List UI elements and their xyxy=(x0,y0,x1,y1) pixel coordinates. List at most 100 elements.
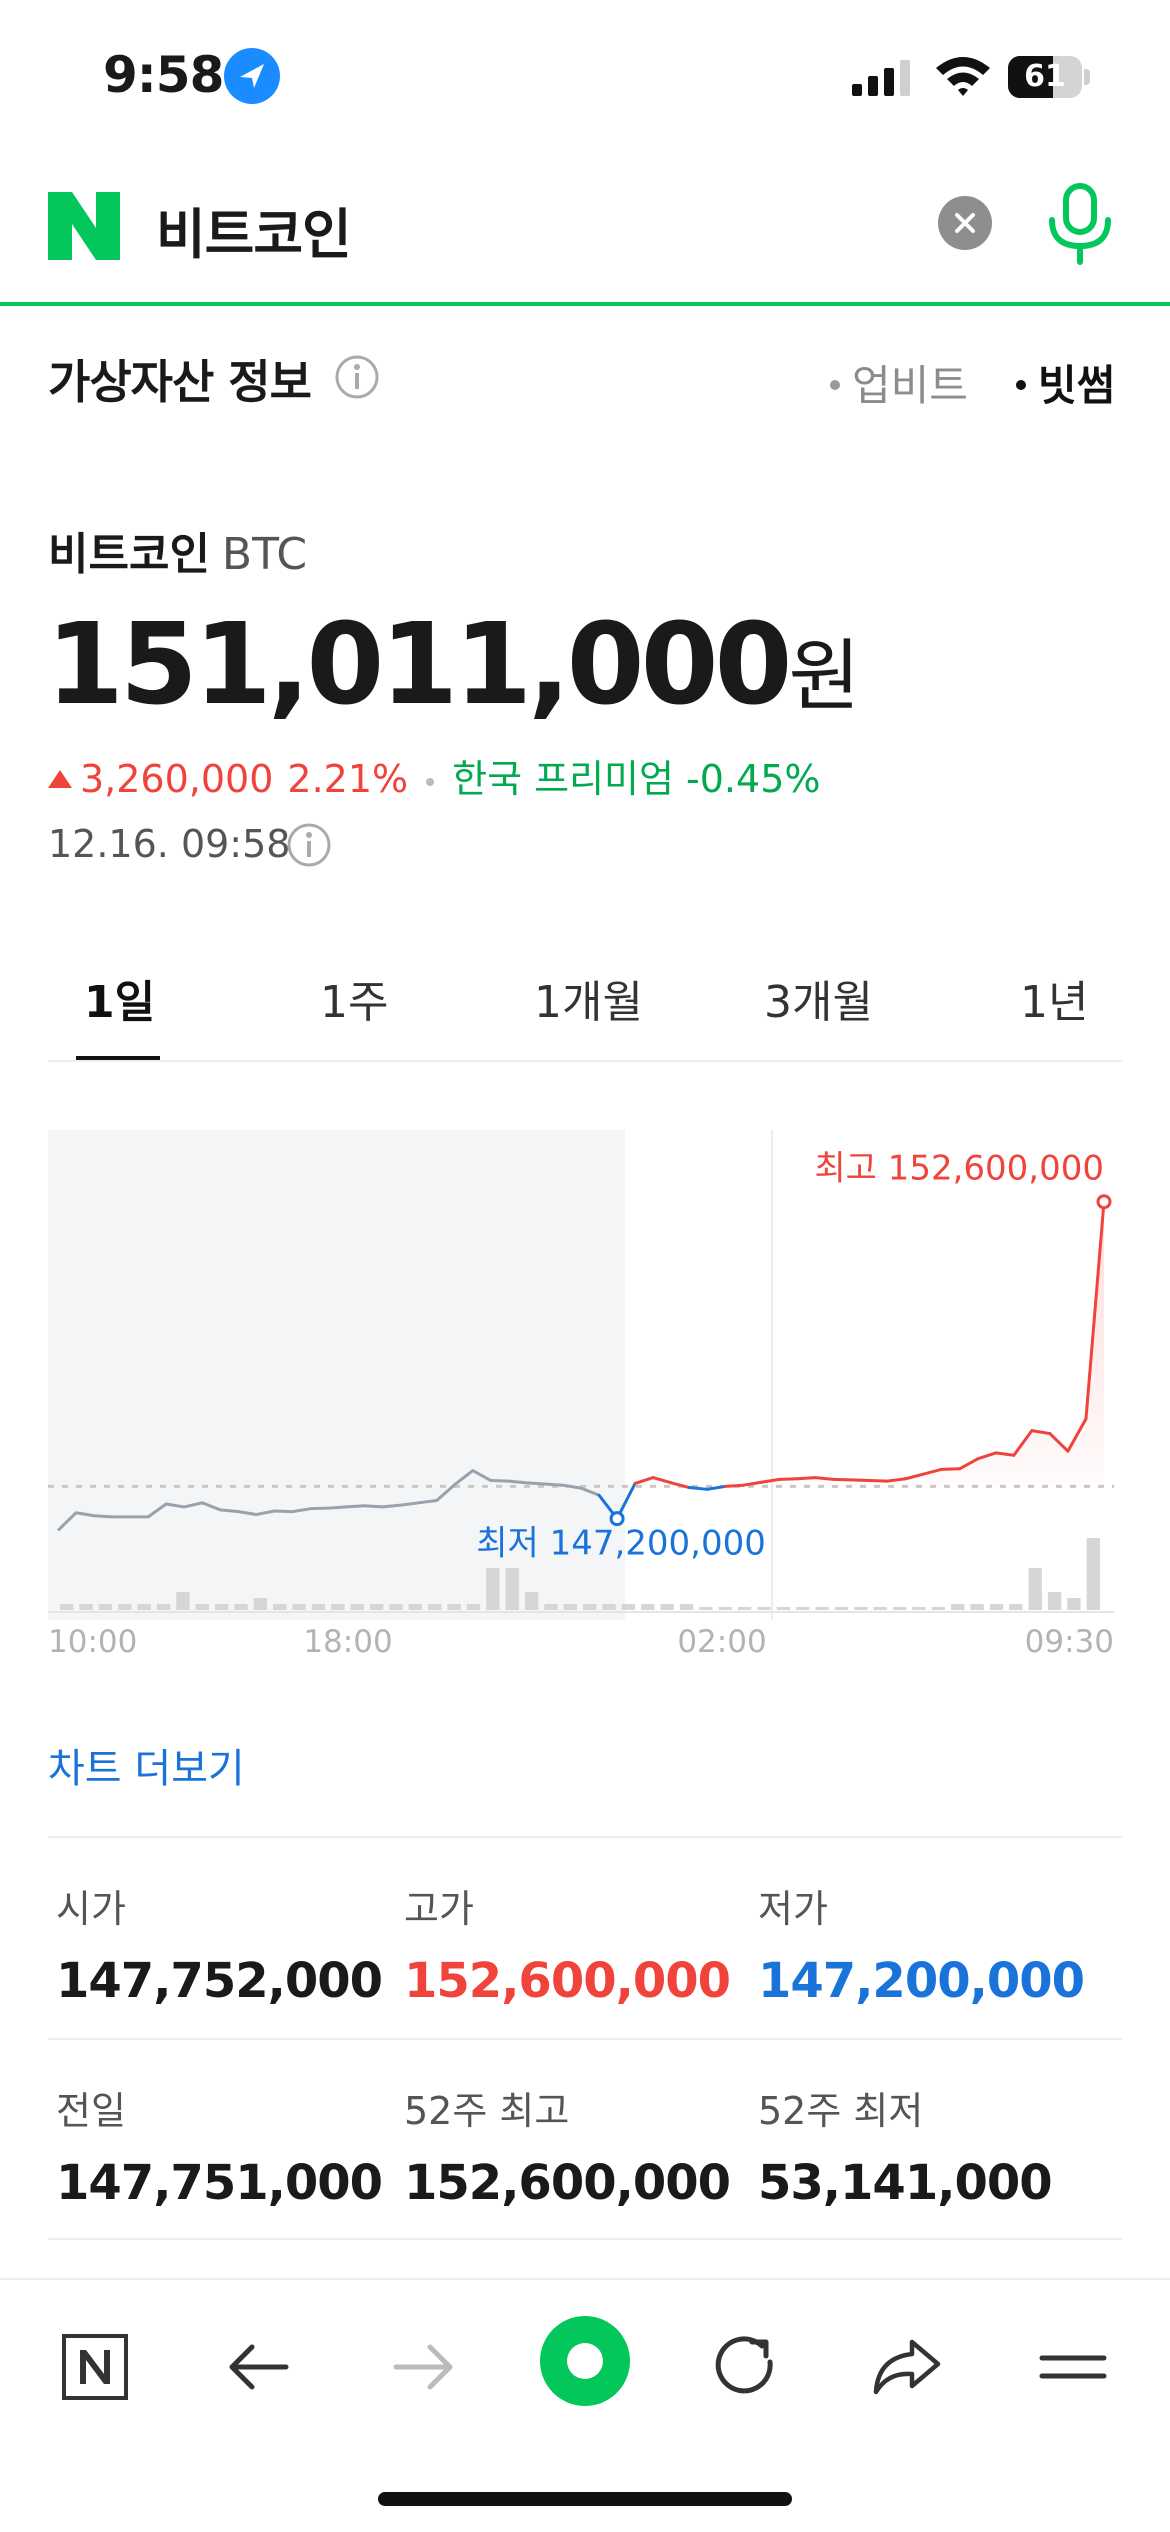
volume-bar xyxy=(408,1604,423,1610)
chart-series-segment xyxy=(777,1477,799,1481)
period-tabs: 1일 1주 1개월 3개월 1년 xyxy=(48,950,1122,1062)
low-label: 최저 147,200,000 xyxy=(476,1524,766,1564)
coin-name: 비트코인 BTC xyxy=(48,518,307,582)
volume-bar xyxy=(369,1604,384,1610)
volume-bar xyxy=(757,1607,771,1610)
close-icon xyxy=(955,213,975,233)
volume-bar xyxy=(311,1604,326,1610)
volume-bar xyxy=(563,1604,577,1610)
clear-search-button[interactable] xyxy=(938,196,992,250)
high-label: 최고 152,600,000 xyxy=(814,1149,1104,1189)
chart-series-segment xyxy=(687,1486,709,1491)
volume-bar xyxy=(776,1607,791,1610)
volume-bar xyxy=(524,1592,539,1610)
price-value: 151,011,000 xyxy=(46,600,792,730)
tab-3month[interactable]: 3개월 xyxy=(764,966,873,1030)
chart-series-segment xyxy=(795,1476,817,1481)
volume-bar xyxy=(718,1607,732,1610)
stat-cell: 저가 147,200,000 xyxy=(758,1878,1085,2009)
stat-value: 152,600,000 xyxy=(404,2155,731,2211)
search-input[interactable]: 비트코인 xyxy=(156,190,352,269)
volume-bar xyxy=(737,1607,752,1610)
stat-label: 저가 xyxy=(758,1887,828,1931)
price-change-percent: 2.21% xyxy=(287,757,409,801)
share-icon[interactable] xyxy=(862,2322,952,2412)
volume-bar xyxy=(912,1607,926,1610)
stat-value: 147,751,000 xyxy=(56,2155,383,2211)
volume-bar xyxy=(892,1607,907,1610)
price-timestamp: 12.16. 09:58 xyxy=(48,822,290,866)
wifi-icon xyxy=(936,57,990,96)
chart-more-link[interactable]: 차트 더보기 xyxy=(48,1736,245,1794)
naver-logo-icon[interactable] xyxy=(48,192,120,260)
volume-bar xyxy=(931,1607,946,1610)
battery-percent: 61 xyxy=(1024,59,1066,94)
tab-1year[interactable]: 1년 xyxy=(1020,966,1088,1030)
volume-bar xyxy=(796,1607,810,1610)
location-arrow-icon xyxy=(224,48,280,104)
stat-cell: 52주 최고 152,600,000 xyxy=(404,2080,731,2211)
volume-bar xyxy=(660,1604,674,1610)
stat-value: 152,600,000 xyxy=(404,1953,731,2009)
volume-bar xyxy=(602,1604,616,1610)
volume-bar xyxy=(679,1604,694,1610)
green-dot-button-icon[interactable] xyxy=(538,2314,632,2408)
chart-up-area xyxy=(635,1201,1104,1487)
stat-cell: 전일 147,751,000 xyxy=(56,2080,383,2211)
source-tab-upbit[interactable]: 업비트 xyxy=(830,352,968,413)
voice-search-button[interactable] xyxy=(1044,182,1116,268)
timestamp-info-icon[interactable] xyxy=(286,822,332,868)
x-tick-label: 02:00 xyxy=(677,1624,766,1660)
back-arrow-icon[interactable] xyxy=(214,2322,304,2412)
volume-bar xyxy=(447,1604,461,1610)
x-tick-label: 09:30 xyxy=(1025,1624,1114,1660)
naver-home-icon[interactable] xyxy=(50,2322,140,2412)
volume-bar xyxy=(156,1604,171,1610)
stat-value: 147,752,000 xyxy=(56,1953,383,2009)
stat-cell: 시가 147,752,000 xyxy=(56,1878,383,2009)
chart-series-segment xyxy=(831,1477,854,1482)
source-tab-upbit-label: 업비트 xyxy=(852,361,968,410)
korea-premium: 한국 프리미엄 -0.45% xyxy=(452,757,821,801)
price-stats: 시가 147,752,000 고가 152,600,000 저가 147,200,000 전… xyxy=(48,1836,1122,2240)
price-change: 3,260,000 xyxy=(80,757,274,801)
volume-bar xyxy=(253,1598,268,1610)
home-indicator xyxy=(378,2492,792,2506)
info-icon[interactable] xyxy=(334,354,380,400)
tab-1day[interactable]: 1일 xyxy=(84,966,155,1030)
volume-bar xyxy=(815,1607,829,1610)
coin-name-text: 비트코인 xyxy=(48,529,210,580)
price-change-row: 3,260,000 2.21% 한국 프리미엄 -0.45% xyxy=(48,748,820,803)
stat-label: 52주 최저 xyxy=(758,2089,924,2133)
volume-bar xyxy=(486,1568,500,1610)
source-tab-bithumb-label: 빗썸 xyxy=(1038,361,1116,410)
menu-icon[interactable] xyxy=(1028,2322,1118,2412)
stat-cell: 고가 152,600,000 xyxy=(404,1878,731,2009)
tab-1week[interactable]: 1주 xyxy=(320,966,388,1030)
volume-bar xyxy=(389,1604,403,1610)
volume-bar xyxy=(989,1604,1004,1610)
volume-bar xyxy=(195,1604,209,1610)
stat-label: 52주 최고 xyxy=(404,2089,570,2133)
volume-bar xyxy=(214,1604,229,1610)
stats-row: 전일 147,751,000 52주 최고 152,600,000 52주 최저 53,1… xyxy=(48,2038,1122,2240)
volume-bar xyxy=(621,1604,636,1610)
volume-bar xyxy=(292,1604,306,1610)
volume-bar xyxy=(466,1604,481,1610)
price-chart[interactable]: 최고 152,600,000 최저 147,200,000 10:00 18:00 02… xyxy=(48,1120,1122,1660)
stat-value: 53,141,000 xyxy=(758,2155,1053,2211)
tab-1month[interactable]: 1개월 xyxy=(534,966,643,1030)
volume-bar xyxy=(331,1604,345,1610)
volume-bar xyxy=(1009,1604,1023,1610)
x-tick-label: 10:00 xyxy=(48,1624,137,1660)
volume-bar xyxy=(176,1592,190,1610)
source-tab-bithumb[interactable]: 빗썸 xyxy=(1016,352,1115,413)
volume-bar xyxy=(273,1604,287,1610)
reload-icon[interactable] xyxy=(700,2322,790,2412)
coin-symbol: BTC xyxy=(221,529,308,580)
volume-bar xyxy=(98,1604,113,1610)
volume-bar xyxy=(854,1607,868,1610)
chart-series-segment xyxy=(723,1483,745,1488)
volume-bar xyxy=(1047,1592,1062,1610)
forward-arrow-icon[interactable] xyxy=(378,2322,468,2412)
